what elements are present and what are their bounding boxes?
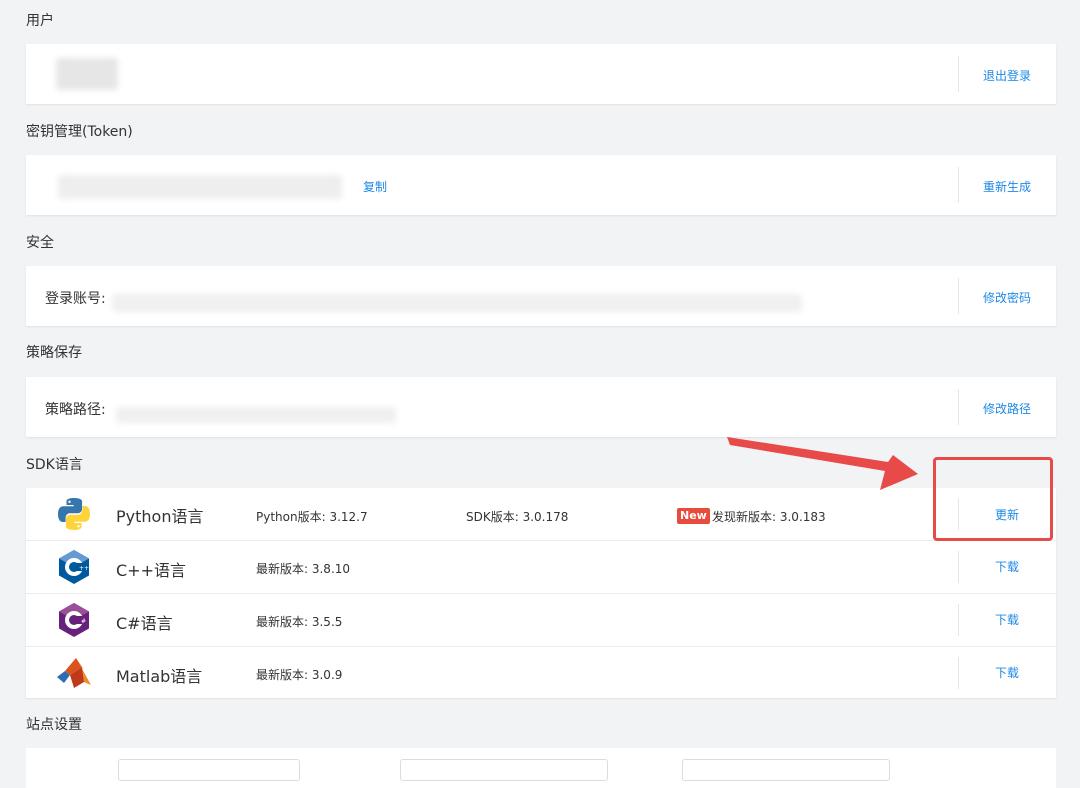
latest-version-text: 最新版本: 3.5.5 <box>256 615 343 629</box>
copy-token-link[interactable]: 复制 <box>363 178 387 195</box>
strategy-path-value-blurred <box>116 407 396 423</box>
sdk-card: Python语言 Python版本: 3.12.7 SDK版本: 3.0.178… <box>26 488 1056 698</box>
latest-version-text: 最新版本: 3.0.9 <box>256 668 343 682</box>
csharp-icon: # <box>59 603 89 637</box>
svg-text:++: ++ <box>79 565 89 572</box>
matlab-icon <box>57 658 91 688</box>
user-card: 退出登录 <box>26 44 1056 104</box>
sdk-row-python: Python语言 Python版本: 3.12.7 SDK版本: 3.0.178… <box>26 488 1056 540</box>
site-input[interactable] <box>118 759 300 781</box>
latest-version-text: 最新版本: 3.8.10 <box>256 562 351 576</box>
site-input[interactable] <box>400 759 608 781</box>
sdk-name: C++语言 <box>116 561 186 580</box>
python-icon <box>58 498 90 530</box>
download-matlab-button[interactable]: 下载 <box>958 664 1056 681</box>
security-card: 登录账号: 修改密码 <box>26 266 1056 326</box>
regenerate-token-button[interactable]: 重新生成 <box>958 178 1056 195</box>
svg-text:#: # <box>81 618 86 625</box>
section-title-site: 站点设置 <box>26 717 82 733</box>
token-card: 复制 重新生成 <box>26 155 1056 215</box>
download-csharp-button[interactable]: 下载 <box>958 611 1056 628</box>
section-title-sdk: SDK语言 <box>26 457 83 473</box>
cpp-icon: ++ <box>59 550 89 584</box>
section-title-user: 用户 <box>26 13 54 29</box>
new-badge: New <box>677 508 710 524</box>
new-version-text: 发现新版本: 3.0.183 <box>712 510 826 524</box>
user-avatar-blurred <box>56 58 118 90</box>
sdk-row-cpp: ++ C++语言 最新版本: 3.8.10 下载 <box>26 541 1056 593</box>
section-title-strategy: 策略保存 <box>26 345 82 361</box>
section-title-token: 密钥管理(Token) <box>26 124 133 140</box>
login-account-label: 登录账号: <box>45 291 106 307</box>
site-settings-card <box>26 748 1056 788</box>
download-cpp-button[interactable]: 下载 <box>958 558 1056 575</box>
logout-button[interactable]: 退出登录 <box>958 67 1056 84</box>
site-input[interactable] <box>682 759 890 781</box>
python-version-text: Python版本: 3.12.7 <box>256 510 368 524</box>
sdk-version-text: SDK版本: 3.0.178 <box>466 510 569 524</box>
sdk-row-matlab: Matlab语言 最新版本: 3.0.9 下载 <box>26 647 1056 699</box>
annotation-highlight-box <box>933 457 1053 541</box>
strategy-path-label: 策略路径: <box>45 402 106 418</box>
strategy-card: 策略路径: 修改路径 <box>26 377 1056 437</box>
section-title-security: 安全 <box>26 235 54 251</box>
sdk-name: C#语言 <box>116 614 173 633</box>
token-value-blurred <box>58 175 342 199</box>
sdk-name: Python语言 <box>116 507 204 526</box>
change-path-button[interactable]: 修改路径 <box>958 400 1056 417</box>
login-account-value-blurred <box>112 294 802 312</box>
sdk-row-csharp: # C#语言 最新版本: 3.5.5 下载 <box>26 594 1056 646</box>
change-password-button[interactable]: 修改密码 <box>958 289 1056 306</box>
sdk-name: Matlab语言 <box>116 667 203 686</box>
